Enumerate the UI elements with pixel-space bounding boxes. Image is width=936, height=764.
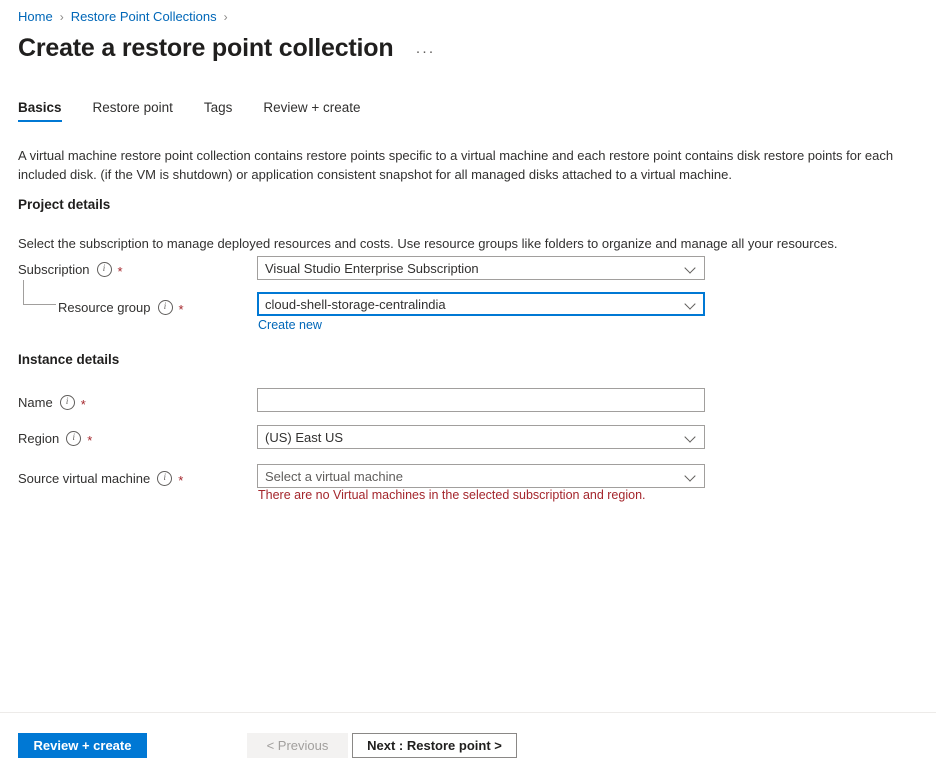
page-title: Create a restore point collection — [18, 33, 393, 63]
required-asterisk: * — [178, 474, 183, 487]
breadcrumb-separator-icon: › — [224, 10, 228, 24]
previous-button: < Previous — [247, 733, 348, 758]
more-options-icon[interactable]: ··· — [411, 44, 439, 60]
label-source-virtual-machine: Source virtual machine * — [18, 468, 183, 488]
tree-connector-line — [23, 280, 56, 305]
source-virtual-machine-dropdown[interactable]: Select a virtual machine — [257, 464, 705, 488]
info-icon[interactable] — [158, 300, 173, 315]
label-name-text: Name — [18, 395, 53, 410]
page-title-row: Create a restore point collection ··· — [18, 33, 439, 63]
tab-tags[interactable]: Tags — [204, 100, 233, 122]
label-subscription: Subscription * — [18, 259, 123, 279]
chevron-down-icon — [685, 431, 697, 443]
resource-group-dropdown[interactable]: cloud-shell-storage-centralindia — [257, 292, 705, 316]
wizard-tabs: Basics Restore point Tags Review + creat… — [18, 100, 392, 122]
label-source-virtual-machine-text: Source virtual machine — [18, 471, 150, 486]
label-resource-group-text: Resource group — [58, 300, 151, 315]
chevron-down-icon — [685, 262, 697, 274]
required-asterisk: * — [179, 303, 184, 316]
breadcrumb-separator-icon: › — [60, 10, 64, 24]
region-dropdown[interactable]: (US) East US — [257, 425, 705, 449]
section-subtext-project-details: Select the subscription to manage deploy… — [18, 236, 837, 251]
section-heading-instance-details: Instance details — [18, 352, 119, 367]
next-button[interactable]: Next : Restore point > — [352, 733, 517, 758]
label-resource-group: Resource group * — [58, 297, 184, 317]
breadcrumb-item-restore-point-collections[interactable]: Restore Point Collections — [71, 9, 217, 24]
tab-restore-point[interactable]: Restore point — [93, 100, 173, 122]
required-asterisk: * — [81, 398, 86, 411]
breadcrumb: Home › Restore Point Collections › — [18, 9, 235, 24]
breadcrumb-item-home[interactable]: Home — [18, 9, 53, 24]
tab-review-create[interactable]: Review + create — [263, 100, 360, 122]
create-new-resource-group-link[interactable]: Create new — [258, 318, 322, 332]
info-icon[interactable] — [60, 395, 75, 410]
resource-group-value: cloud-shell-storage-centralindia — [265, 297, 685, 312]
region-value: (US) East US — [265, 430, 685, 445]
chevron-down-icon — [685, 298, 697, 310]
section-heading-project-details: Project details — [18, 197, 110, 212]
info-icon[interactable] — [66, 431, 81, 446]
source-virtual-machine-error: There are no Virtual machines in the sel… — [258, 488, 646, 502]
subscription-value: Visual Studio Enterprise Subscription — [265, 261, 685, 276]
info-icon[interactable] — [157, 471, 172, 486]
required-asterisk: * — [118, 265, 123, 278]
subscription-dropdown[interactable]: Visual Studio Enterprise Subscription — [257, 256, 705, 280]
label-region: Region * — [18, 428, 92, 448]
label-region-text: Region — [18, 431, 59, 446]
tab-basics[interactable]: Basics — [18, 100, 62, 122]
label-subscription-text: Subscription — [18, 262, 90, 277]
footer-divider — [0, 712, 936, 713]
form-description: A virtual machine restore point collecti… — [18, 146, 934, 184]
info-icon[interactable] — [97, 262, 112, 277]
source-virtual-machine-value: Select a virtual machine — [265, 469, 685, 484]
name-input[interactable] — [257, 388, 705, 412]
review-create-button[interactable]: Review + create — [18, 733, 147, 758]
required-asterisk: * — [87, 434, 92, 447]
label-name: Name * — [18, 392, 86, 412]
chevron-down-icon — [685, 470, 697, 482]
